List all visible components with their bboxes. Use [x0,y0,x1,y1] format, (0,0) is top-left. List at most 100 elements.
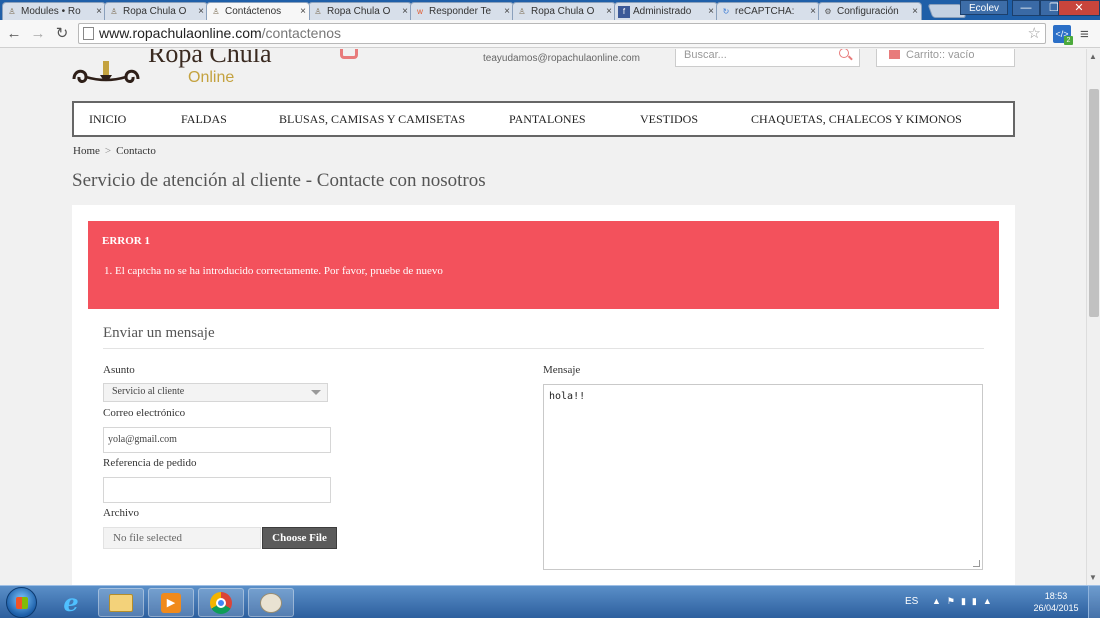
browser-tab[interactable]: ♙ Modules • Ro × [2,2,106,20]
error-alert: ERROR 1 1. El captcha no se ha introduci… [88,221,999,309]
back-button[interactable]: ← [4,24,24,44]
browser-tab-title: Ropa Chula O [531,6,595,17]
order-reference-field[interactable] [103,477,331,503]
browser-tab[interactable]: ♙ Ropa Chula O × [512,2,616,20]
browser-tab[interactable]: ♙ Ropa Chula O × [308,2,412,20]
close-icon[interactable]: × [606,6,612,17]
internet-explorer-icon: e [63,588,79,617]
window-user-badge[interactable]: Ecolev [960,0,1008,15]
page-title: Servicio de atención al cliente - Contac… [72,170,486,191]
subject-label: Asunto [103,364,135,376]
error-title: ERROR 1 [102,235,150,247]
scroll-down-arrow[interactable]: ▼ [1089,573,1097,582]
clock[interactable]: 18:53 26/04/2015 [1030,590,1082,614]
clock-date: 26/04/2015 [1033,603,1079,613]
browser-tab[interactable]: ↻ reCAPTCHA: × [716,2,820,20]
browser-tab-strip: ♙ Modules • Ro × ♙ Ropa Chula O × ♙ Contáctenos… [0,0,1100,20]
menu-item-blusas[interactable]: BLUSAS, CAMISAS Y CAMISETAS [279,112,465,127]
close-icon[interactable]: × [402,6,408,17]
message-textarea[interactable]: hola!! [543,384,983,570]
file-label: Archivo [103,507,140,519]
start-button[interactable] [6,587,37,618]
browser-tab[interactable]: ♙ Ropa Chula O × [104,2,208,20]
contact-email[interactable]: teayudamos@ropachulaonline.com [483,53,640,64]
breadcrumb-current: Contacto [116,145,156,157]
chrome-icon [210,591,232,614]
email-field[interactable]: yola@gmail.com [103,427,331,453]
address-bar[interactable]: www.ropachulaonline.com/contactenos ☆ [78,23,1046,44]
cart-label: Carrito:: vacío [906,49,975,61]
taskbar-media-player[interactable]: ▶ [148,588,194,617]
breadcrumb-home[interactable]: Home [73,145,100,157]
show-desktop-button[interactable] [1088,586,1100,618]
scroll-thumb[interactable] [1089,89,1099,317]
taskbar-explorer[interactable] [98,588,144,617]
menu-item-pantalones[interactable]: PANTALONES [509,112,586,127]
media-player-icon: ▶ [161,592,181,613]
paint-icon [260,592,282,613]
forward-button[interactable]: → [28,24,48,44]
url-domain: www.ropachulaonline.com [99,25,262,41]
close-icon[interactable]: × [810,6,816,17]
minimize-button[interactable]: — [1012,0,1040,16]
file-status: No file selected [103,527,261,549]
main-menu: INICIO FALDAS BLUSAS, CAMISAS Y CAMISETA… [72,101,1015,137]
subject-select[interactable]: Servicio al cliente [103,383,328,402]
form-heading: Enviar un mensaje [103,325,984,349]
page-scrollbar[interactable]: ▲ ▼ [1086,49,1100,585]
choose-file-button[interactable]: Choose File [262,527,337,549]
page-viewport: Ropa Chula Online teayudamos@ropachulaon… [0,49,1086,585]
scroll-up-arrow[interactable]: ▲ [1089,52,1097,61]
close-icon[interactable]: × [912,6,918,17]
extension-badge: 2 [1064,36,1073,45]
search-icon[interactable] [839,49,849,58]
message-text: hola!! [549,391,586,402]
reload-button[interactable]: ↻ [52,24,72,44]
breadcrumb-separator: > [104,145,112,157]
close-icon[interactable]: × [96,6,102,17]
site-logo[interactable]: Ropa Chula Online [70,49,290,97]
taskbar-paint[interactable] [248,588,294,617]
browser-tab[interactable]: w Responder Te × [410,2,514,20]
menu-icon[interactable]: ≡ [1080,26,1089,43]
cart-button[interactable]: Carrito:: vacío [876,49,1015,67]
search-input[interactable]: Buscar... [675,49,860,67]
subject-selected-value: Servicio al cliente [112,386,185,397]
menu-item-vestidos[interactable]: VESTIDOS [640,112,698,127]
email-label: Correo electrónico [103,407,186,419]
menu-item-faldas[interactable]: FALDAS [181,112,227,127]
close-icon[interactable]: × [504,6,510,17]
gear-icon: ⚙ [824,7,832,16]
bookmark-star-icon[interactable]: ☆ [1028,24,1041,43]
windows-taskbar: e ▶ ES ▲⚑▮▮▲ 18:53 26/04/2015 [0,585,1100,618]
lamp-icon: ♙ [110,7,118,16]
close-icon[interactable]: × [708,6,714,17]
phone-icon [340,49,358,59]
facebook-icon: f [618,5,630,18]
browser-tab[interactable]: f Administrado × [614,2,718,20]
browser-tab[interactable]: ⚙ Configuración × [818,2,922,20]
browser-tab-title: Administrado [633,6,692,17]
message-label: Mensaje [543,364,581,376]
lamp-icon: ♙ [518,7,526,16]
browser-tab-title: Contáctenos [225,6,282,17]
close-icon[interactable]: × [198,6,204,17]
taskbar-internet-explorer[interactable]: e [48,588,94,617]
browser-tab-title: Ropa Chula O [123,6,187,17]
logo-subtitle: Online [188,69,235,86]
menu-item-chaquetas[interactable]: CHAQUETAS, CHALECOS Y KIMONOS [751,112,962,127]
close-window-button[interactable]: ✕ [1058,0,1100,16]
browser-tab[interactable]: ♙ Contáctenos × [206,2,310,20]
language-indicator[interactable]: ES [905,596,918,607]
lamp-icon: ♙ [314,7,322,16]
close-icon[interactable]: × [300,6,306,17]
system-tray-icons[interactable]: ▲⚑▮▮▲ [932,596,998,607]
taskbar-chrome[interactable] [198,588,244,617]
resize-handle[interactable] [973,560,980,567]
breadcrumb: Home > Contacto [73,145,156,157]
clock-time: 18:53 [1044,591,1068,601]
menu-item-inicio[interactable]: INICIO [89,112,126,127]
order-reference-label: Referencia de pedido [103,457,197,469]
chevron-down-icon [311,390,321,395]
search-placeholder: Buscar... [684,49,727,61]
